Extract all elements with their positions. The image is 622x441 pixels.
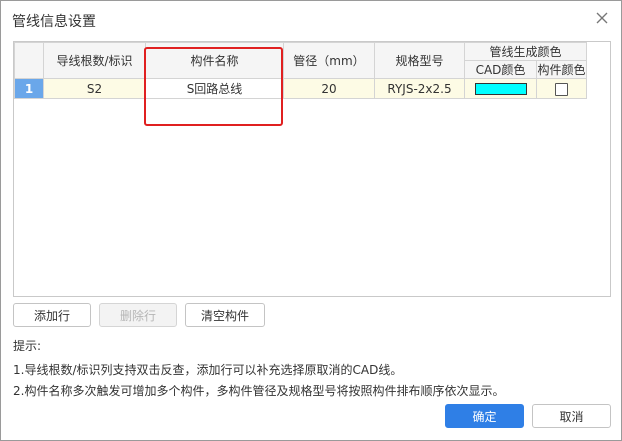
- table-row[interactable]: 1 S2 S回路总线 20 RYJS-2x2.5: [14, 78, 587, 99]
- hint-heading: 提示:: [13, 339, 42, 353]
- title-bar: 管线信息设置: [1, 1, 621, 39]
- dialog-title: 管线信息设置: [12, 14, 96, 30]
- cell-component-color[interactable]: [536, 78, 587, 99]
- clear-components-button[interactable]: 清空构件: [185, 303, 265, 327]
- cell-cad-color[interactable]: [464, 78, 537, 99]
- pipe-info-settings-dialog: 管线信息设置 导线根数/标识 构件名称 管径（mm） 规格型号 管线生成颜色 C…: [0, 0, 622, 441]
- header-component-name[interactable]: 构件名称: [145, 42, 284, 79]
- cad-color-swatch[interactable]: [474, 83, 527, 95]
- component-color-checkbox[interactable]: [555, 82, 568, 96]
- cancel-button[interactable]: 取消: [532, 404, 611, 428]
- pipe-info-grid[interactable]: 导线根数/标识 构件名称 管径（mm） 规格型号 管线生成颜色 CAD颜色 构件…: [13, 41, 611, 297]
- header-color-group: 管线生成颜色: [464, 42, 587, 61]
- hint-line-1: 1.导线根数/标识列支持双击反查，添加行可以补充选择原取消的CAD线。: [13, 363, 403, 377]
- close-icon[interactable]: [593, 9, 611, 27]
- header-cad-color[interactable]: CAD颜色: [464, 60, 537, 79]
- grid-table: 导线根数/标识 构件名称 管径（mm） 规格型号 管线生成颜色 CAD颜色 构件…: [14, 42, 587, 99]
- cell-component-name[interactable]: S回路总线: [145, 78, 284, 99]
- header-spec[interactable]: 规格型号: [374, 42, 465, 79]
- add-row-button[interactable]: 添加行: [13, 303, 91, 327]
- ok-button[interactable]: 确定: [445, 404, 524, 428]
- header-diameter[interactable]: 管径（mm）: [283, 42, 375, 79]
- delete-row-button[interactable]: 删除行: [99, 303, 177, 327]
- corner-header: [14, 42, 44, 79]
- header-wire-count[interactable]: 导线根数/标识: [43, 42, 146, 79]
- row-number[interactable]: 1: [14, 78, 44, 99]
- cell-wire-count[interactable]: S2: [43, 78, 146, 99]
- cell-diameter[interactable]: 20: [283, 78, 375, 99]
- hint-line-2: 2.构件名称多次触发可增加多个构件，多构件管径及规格型号将按照构件排布顺序依次显…: [13, 384, 505, 398]
- header-component-color[interactable]: 构件颜色: [536, 60, 587, 79]
- cell-spec[interactable]: RYJS-2x2.5: [374, 78, 465, 99]
